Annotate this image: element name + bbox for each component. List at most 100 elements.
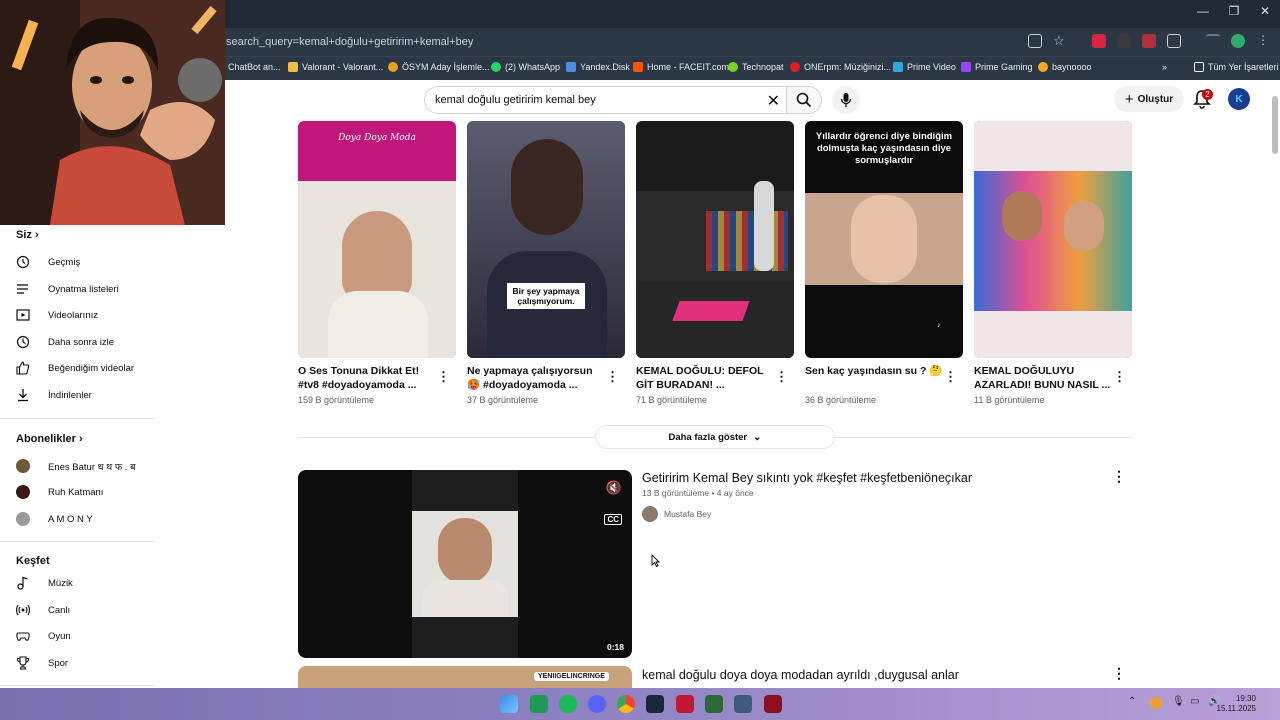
channel-link[interactable]: Mustafa Bey bbox=[642, 506, 711, 522]
all-bookmarks[interactable]: Tüm Yer İşaretleri bbox=[1194, 62, 1279, 72]
puzzle-icon[interactable] bbox=[1167, 34, 1181, 48]
search-button[interactable] bbox=[786, 86, 822, 114]
bookmark-item[interactable]: baynoooo bbox=[1038, 62, 1092, 72]
video-thumbnail[interactable]: 🔇 CC 0:18 bbox=[298, 470, 632, 658]
app-icon[interactable] bbox=[530, 695, 548, 713]
mute-icon[interactable]: 🔇 bbox=[606, 480, 622, 496]
more-options-icon[interactable]: ⋮ bbox=[775, 369, 788, 385]
short-thumbnail[interactable]: Doya Doya Moda bbox=[298, 121, 456, 358]
sidebar-item-subscription[interactable]: A M O N Y bbox=[16, 509, 93, 529]
profile-icon[interactable] bbox=[1231, 34, 1245, 48]
short-card[interactable]: Yıllardır öğrenci diye bindiğim dolmuşta… bbox=[805, 121, 963, 405]
short-thumbnail[interactable] bbox=[636, 121, 794, 358]
steam-icon[interactable] bbox=[646, 695, 664, 713]
sidebar-item-downloads[interactable]: İndirilenler bbox=[16, 385, 92, 405]
more-options-icon[interactable]: ⋮ bbox=[1112, 665, 1126, 682]
short-title[interactable]: KEMAL DOĞULUYU AZARLADI! BUNU NASIL ... bbox=[974, 364, 1112, 392]
chrome-icon[interactable] bbox=[617, 695, 635, 713]
sidebar-item-subscription[interactable]: Ruh Katmanı bbox=[16, 482, 103, 502]
search-query[interactable]: kemal doğulu getiririm kemal bey bbox=[435, 94, 596, 106]
sidebar-item-sports[interactable]: Spor bbox=[16, 653, 68, 673]
sidebar-item-your-videos[interactable]: Videolarınız bbox=[16, 305, 98, 325]
bookmark-item[interactable]: Technopat bbox=[728, 62, 784, 72]
sidebar-item-live[interactable]: Canlı bbox=[16, 600, 70, 620]
mic-tray-icon[interactable]: 🎙 bbox=[1172, 696, 1185, 707]
you-section-title[interactable]: Siz › bbox=[16, 229, 39, 241]
system-clock[interactable]: 19:30 15.11.2025 bbox=[1217, 694, 1256, 714]
video-title[interactable]: Getiririm Kemal Bey sıkıntı yok #keşfet … bbox=[642, 471, 972, 485]
url-text[interactable]: search_query=kemal+doğulu+getiririm+kema… bbox=[226, 36, 473, 48]
tray-chevron-icon[interactable]: ⌃ bbox=[1128, 696, 1136, 707]
sidebar-item-liked[interactable]: Beğendiğim videolar bbox=[16, 358, 134, 378]
app-icon[interactable] bbox=[734, 695, 752, 713]
bookmark-item[interactable]: (2) WhatsApp bbox=[491, 62, 560, 72]
search-input[interactable]: kemal doğulu getiririm kemal bey ✕ bbox=[424, 86, 786, 114]
valorant-icon[interactable] bbox=[676, 695, 694, 713]
scrollbar-thumb[interactable] bbox=[1272, 96, 1278, 154]
short-thumbnail[interactable] bbox=[974, 121, 1132, 358]
short-title[interactable]: Ne yapmaya çalışıyorsun 🥵 #doyadoyamoda … bbox=[467, 364, 605, 392]
extension-dark-icon[interactable] bbox=[1117, 34, 1131, 48]
subscriptions-section-title[interactable]: Abonelikler › bbox=[16, 433, 83, 445]
restore-icon[interactable]: ❐ bbox=[1219, 4, 1249, 18]
voice-search-button[interactable] bbox=[832, 86, 860, 114]
bookmark-item[interactable]: Prime Video bbox=[893, 62, 956, 72]
close-window-icon[interactable]: ✕ bbox=[1250, 4, 1280, 18]
channel-avatar[interactable] bbox=[642, 506, 658, 522]
short-card[interactable]: KEMAL DOĞULUYU AZARLADI! BUNU NASIL ... … bbox=[974, 121, 1132, 405]
spotify-icon[interactable] bbox=[559, 695, 577, 713]
bookmark-item[interactable]: Valorant - Valorant... bbox=[288, 62, 383, 72]
short-thumbnail[interactable]: Yıllardır öğrenci diye bindiğim dolmuşta… bbox=[805, 121, 963, 358]
install-icon[interactable] bbox=[1028, 34, 1042, 48]
more-options-icon[interactable]: ⋮ bbox=[1112, 468, 1126, 485]
star-icon[interactable]: ☆ bbox=[1053, 34, 1067, 48]
more-options-icon[interactable]: ⋮ bbox=[1113, 369, 1126, 385]
sidebar-item-gaming[interactable]: Oyun bbox=[16, 626, 71, 646]
discord-icon[interactable] bbox=[588, 695, 606, 713]
history-icon bbox=[16, 255, 30, 269]
bookmark-item[interactable]: Yandex.Disk bbox=[566, 62, 630, 72]
short-title[interactable]: KEMAL DOĞULU: DEFOL GİT BURADAN! ... bbox=[636, 364, 774, 392]
network-icon[interactable]: ▭ bbox=[1190, 696, 1199, 707]
short-title[interactable]: Sen kaç yaşındasın su ? 🤔 bbox=[805, 364, 943, 392]
more-options-icon[interactable]: ⋮ bbox=[944, 369, 957, 385]
clear-search-icon[interactable]: ✕ bbox=[767, 91, 780, 111]
start-icon[interactable] bbox=[500, 695, 518, 713]
short-card[interactable]: KEMAL DOĞULU: DEFOL GİT BURADAN! ... 71 … bbox=[636, 121, 794, 405]
sidebar-item-music[interactable]: Müzik bbox=[16, 573, 73, 593]
voicemeeter-icon[interactable] bbox=[764, 695, 782, 713]
tab-list-icon[interactable] bbox=[1206, 34, 1220, 48]
sidebar-item-label: Canlı bbox=[48, 604, 71, 616]
music-icon bbox=[17, 576, 28, 590]
extension-red-icon[interactable] bbox=[1092, 34, 1106, 48]
bookmark-item[interactable]: Prime Gaming bbox=[961, 62, 1033, 72]
bookmark-item[interactable]: ÖSYM Aday İşlemle... bbox=[388, 62, 490, 72]
video-title[interactable]: kemal doğulu doya doya modadan ayrıldı ,… bbox=[642, 668, 959, 682]
short-thumbnail[interactable]: Bir şey yapmaya çalışmıyorum. bbox=[467, 121, 625, 358]
create-button[interactable]: + Oluştur bbox=[1114, 86, 1184, 112]
show-more-button[interactable]: Daha fazla göster ⌄ bbox=[595, 425, 835, 449]
extension-badge-icon[interactable] bbox=[1142, 34, 1156, 48]
minimize-icon[interactable]: — bbox=[1188, 4, 1218, 18]
short-card[interactable]: Doya Doya Moda O Ses Tonuna Dikkat Et! #… bbox=[298, 121, 456, 405]
more-options-icon[interactable]: ⋮ bbox=[437, 369, 450, 385]
sidebar-item-playlists[interactable]: Oynatma listeleri bbox=[16, 279, 119, 299]
bookmark-item[interactable]: ChatBot an... bbox=[228, 62, 281, 72]
menu-dots-icon[interactable]: ⋮ bbox=[1256, 34, 1270, 48]
sidebar-item-watch-later[interactable]: Daha sonra izle bbox=[16, 332, 114, 352]
app-icon[interactable] bbox=[705, 695, 723, 713]
captions-icon[interactable]: CC bbox=[604, 514, 622, 525]
sidebar-item-label: Enes Batur ध थ फ . ब bbox=[48, 461, 136, 473]
bookmark-item[interactable]: Home - FACEIT.com bbox=[633, 62, 729, 72]
sidebar-item-history[interactable]: Geçmiş bbox=[16, 252, 80, 272]
sidebar-item-subscription[interactable]: Enes Batur ध थ फ . ब bbox=[16, 456, 136, 476]
more-options-icon[interactable]: ⋮ bbox=[606, 369, 619, 385]
account-avatar[interactable]: K bbox=[1228, 88, 1250, 110]
scrollbar[interactable] bbox=[1270, 82, 1280, 688]
bookmark-item[interactable]: ONErpm: Müziğinizi... bbox=[790, 62, 891, 72]
short-title[interactable]: O Ses Tonuna Dikkat Et! #tv8 #doyadoyamo… bbox=[298, 364, 436, 392]
short-card[interactable]: Bir şey yapmaya çalışmıyorum. Ne yapmaya… bbox=[467, 121, 625, 405]
bookmark-overflow-icon[interactable]: » bbox=[1162, 62, 1167, 72]
channel-name[interactable]: Mustafa Bey bbox=[664, 509, 711, 519]
tray-app-icon[interactable] bbox=[1150, 697, 1162, 709]
